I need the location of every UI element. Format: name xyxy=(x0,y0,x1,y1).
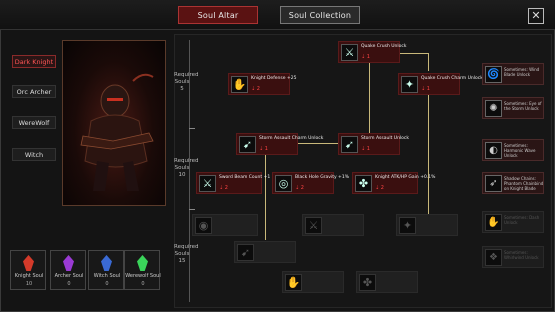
skill-node-locked[interactable]: ✋ xyxy=(282,271,344,293)
skill-node-quake-crush-charm[interactable]: ✦ Quake Crush Charm Unlock ⇣ 1 xyxy=(398,73,483,95)
knight-gain-icon: ✤ xyxy=(355,175,372,192)
phantom-chain-icon: ➶ xyxy=(485,175,502,192)
harmonic-wave-icon: ◐ xyxy=(485,142,502,159)
class-button-werewolf[interactable]: WereWolf xyxy=(12,116,56,129)
character-portrait xyxy=(62,40,166,206)
soul-name: Werewolf Soul xyxy=(125,273,161,279)
skill-node-locked[interactable]: ◉ xyxy=(192,214,258,236)
skill-node-knight-defense[interactable]: ✋ Knight Defense +25 ⇣ 2 xyxy=(228,73,296,95)
skill-node-sword-beam[interactable]: ⚔ Sword Beam Count +1 ⇣ 2 xyxy=(196,172,270,194)
soul-slot-witch: Witch Soul 0 xyxy=(88,250,124,290)
skill-node-locked[interactable]: ➹ xyxy=(234,241,296,263)
skill-node-quake-crush-unlock[interactable]: ⚔ Quake Crush Unlock ⇣ 1 xyxy=(338,41,407,63)
whirlwind-icon: ❖ xyxy=(485,249,502,266)
skill-node-locked[interactable]: ✦ xyxy=(396,214,458,236)
storm-assault-icon: ➹ xyxy=(237,244,254,261)
shield-hand-icon: ✋ xyxy=(231,76,248,93)
soul-slot-werewolf: Werewolf Soul 0 xyxy=(124,250,161,290)
soul-cost: ⇣ 1 xyxy=(421,86,430,92)
storm-charm-icon: ➹ xyxy=(239,136,256,153)
side-skill-harmonic-wave[interactable]: ◐ Sometimes: Harmonic Wave Unlock xyxy=(482,139,544,161)
soul-cost: ⇣ 1 xyxy=(361,54,370,60)
connector xyxy=(298,143,338,144)
sword-icon: ⚔ xyxy=(305,217,322,234)
tab-soul-collection-label: Soul Collection xyxy=(288,11,352,20)
close-button[interactable]: ✕ xyxy=(528,8,544,24)
connector xyxy=(369,63,370,133)
soul-slot-archer: Archer Soul 0 xyxy=(50,250,86,290)
dark-knight-figure-icon xyxy=(80,73,154,191)
top-bar: Soul Altar Soul Collection ✕ xyxy=(0,0,555,30)
dash-icon: ✋ xyxy=(485,214,502,231)
soul-slot-knight: Knight Soul 10 xyxy=(10,250,46,290)
soul-count: 0 xyxy=(67,281,71,287)
eye-icon: ◉ xyxy=(195,217,212,234)
soul-cost: ⇣ 2 xyxy=(375,185,384,191)
connector xyxy=(428,53,429,71)
tier-2-requirement: Required Souls 10 xyxy=(174,158,199,178)
side-skill-eye-of-storm[interactable]: ✺ Sometimes: Eye of the Storm Unlock xyxy=(482,97,544,119)
black-hole-icon: ◎ xyxy=(275,175,292,192)
skill-node-storm-assault-unlock[interactable]: ➹ Storm Assault Unlock ⇣ 1 xyxy=(338,133,409,155)
quake-icon: ✦ xyxy=(399,217,416,234)
soul-cost: ⇣ 1 xyxy=(361,146,370,152)
skill-node-black-hole[interactable]: ◎ Black Hole Gravity +1% ⇣ 2 xyxy=(272,172,349,194)
sword-beam-icon: ⚔ xyxy=(199,175,216,192)
connector xyxy=(265,154,266,240)
tab-soul-collection[interactable]: Soul Collection xyxy=(280,6,360,24)
class-button-witch[interactable]: Witch xyxy=(12,148,56,161)
quake-charm-icon: ✦ xyxy=(401,76,418,93)
class-button-dark-knight[interactable]: Dark Knight xyxy=(12,55,56,68)
knight-soul-gem-icon xyxy=(23,255,34,271)
soul-cost: ⇣ 2 xyxy=(295,185,304,191)
side-skill-dash[interactable]: ✋ Sometimes: Dash Unlock xyxy=(482,211,544,233)
tier-tick xyxy=(189,128,195,129)
archer-soul-gem-icon xyxy=(63,255,74,271)
soul-name: Witch Soul xyxy=(93,273,121,279)
tier-1-requirement: Required Souls 5 xyxy=(174,72,199,92)
hand-icon: ✋ xyxy=(285,274,302,291)
soul-name: Knight Soul xyxy=(14,273,44,279)
side-skill-wind-blade[interactable]: 🌀 Sometimes: Wind Blade Unlock xyxy=(482,63,544,85)
skill-node-locked[interactable]: ⚔ xyxy=(302,214,364,236)
soul-name: Archer Soul xyxy=(54,273,84,279)
tier-tick xyxy=(189,209,195,210)
wind-blade-icon: 🌀 xyxy=(485,66,502,83)
tier-3-requirement: Required Souls 15 xyxy=(174,244,199,264)
tab-soul-altar[interactable]: Soul Altar xyxy=(178,6,258,24)
skill-node-locked[interactable]: ✤ xyxy=(356,271,418,293)
witch-soul-gem-icon xyxy=(101,255,112,271)
soul-count: 0 xyxy=(141,281,145,287)
skill-node-storm-assault-charm[interactable]: ➹ Storm Assault Charm Unlock ⇣ 1 xyxy=(236,133,323,155)
class-button-orc-archer[interactable]: Orc Archer xyxy=(12,85,56,98)
soul-cost: ⇣ 2 xyxy=(251,86,260,92)
connector xyxy=(428,95,429,215)
soul-count: 0 xyxy=(105,281,109,287)
side-skill-phantom-chain[interactable]: ➶ Shadow Chains: Phantom Chainbind on Kn… xyxy=(482,172,544,194)
soul-cost: ⇣ 2 xyxy=(219,185,228,191)
werewolf-soul-gem-icon xyxy=(137,255,148,271)
eye-of-storm-icon: ✺ xyxy=(485,100,502,117)
side-skill-whirlwind[interactable]: ❖ Sometimes: Whirlwind Unlock xyxy=(482,246,544,268)
storm-assault-icon: ➹ xyxy=(341,136,358,153)
gem-icon: ✤ xyxy=(359,274,376,291)
quake-crush-icon: ⚔ xyxy=(341,44,358,61)
skill-node-knight-atk[interactable]: ✤ Knight ATK/HP Gain +0.1% ⇣ 2 xyxy=(352,172,435,194)
connector xyxy=(400,53,428,54)
soul-cost: ⇣ 1 xyxy=(259,146,268,152)
soul-count: 10 xyxy=(25,281,33,287)
